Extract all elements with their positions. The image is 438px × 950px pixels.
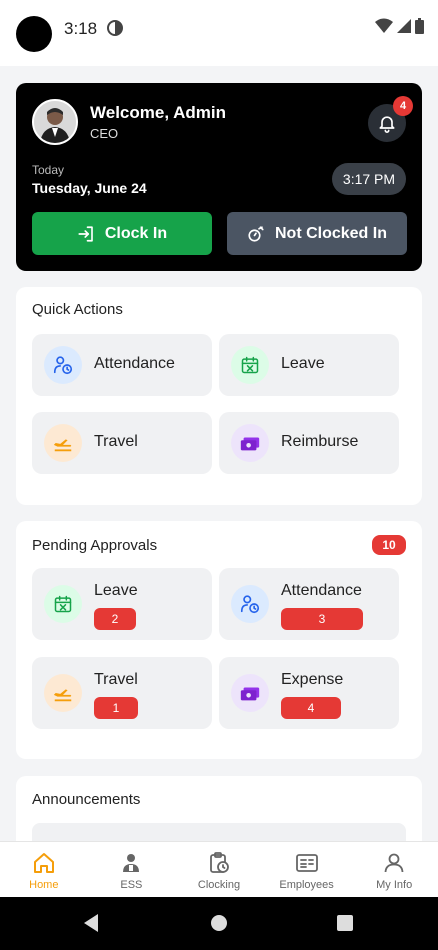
- pending-count-badge: 1: [94, 697, 138, 719]
- money-icon: [231, 424, 269, 462]
- pending-leave[interactable]: Leave 2: [32, 568, 212, 640]
- bell-icon: [379, 116, 395, 133]
- clock-status-label: Not Clocked In: [274, 224, 387, 242]
- pending-count-badge: 4: [281, 697, 341, 719]
- announcements-title: Announcements: [32, 791, 141, 808]
- nav-home[interactable]: Home: [0, 842, 88, 897]
- pending-count-badge: 2: [94, 608, 136, 630]
- person-badge-icon: [123, 854, 140, 872]
- user-icon: [384, 853, 404, 873]
- welcome-card: Welcome, Admin CEO 4 Today Tuesday, June…: [16, 83, 422, 271]
- avatar[interactable]: [32, 99, 78, 145]
- pending-approvals-card: Pending Approvals 10 Leave 2 Attendance …: [16, 521, 422, 759]
- wifi-icon: [375, 18, 393, 33]
- announcements-card: Announcements: [16, 776, 422, 841]
- clock-in-label: Clock In: [104, 224, 168, 242]
- pending-count-badge: 3: [281, 608, 363, 630]
- clock-status-button[interactable]: Not Clocked In: [227, 212, 407, 255]
- pending-total-badge: 10: [372, 535, 406, 555]
- money-icon: [231, 674, 269, 712]
- avatar-image: [34, 101, 76, 143]
- quick-action-attendance[interactable]: Attendance: [32, 334, 212, 396]
- quick-action-travel[interactable]: Travel: [32, 412, 212, 474]
- quick-action-label: Attendance: [94, 355, 175, 372]
- plane-icon: [44, 674, 82, 712]
- nav-label: Clocking: [197, 879, 241, 891]
- recents-icon[interactable]: [336, 914, 354, 932]
- notifications-button[interactable]: 4: [368, 96, 413, 142]
- cell-signal-icon: [397, 19, 411, 33]
- app-notification-icon: [107, 20, 123, 36]
- plane-icon: [44, 424, 82, 462]
- pending-travel[interactable]: Travel 1: [32, 657, 212, 729]
- quick-action-reimburse[interactable]: Reimburse: [219, 412, 399, 474]
- home-system-icon[interactable]: [210, 914, 228, 932]
- attendance-icon: [231, 585, 269, 623]
- quick-action-label: Leave: [281, 355, 325, 372]
- pending-label: Expense: [281, 671, 344, 688]
- quick-action-leave[interactable]: Leave: [219, 334, 399, 396]
- pending-expense[interactable]: Expense 4: [219, 657, 399, 729]
- clipboard-clock-icon: [210, 852, 229, 873]
- status-bar: 3:18: [0, 0, 438, 66]
- clock-in-button[interactable]: Clock In: [32, 212, 212, 255]
- quick-actions-card: Quick Actions Attendance Leave Travel Re…: [16, 287, 422, 505]
- quick-action-label: Reimburse: [281, 433, 359, 450]
- nav-my-info[interactable]: My Info: [350, 842, 438, 897]
- nav-ess[interactable]: ESS: [88, 842, 176, 897]
- calendar-x-icon: [231, 346, 269, 384]
- attendance-icon: [44, 346, 82, 384]
- back-icon[interactable]: [82, 913, 100, 933]
- nav-label: My Info: [376, 879, 413, 891]
- calendar-x-icon: [44, 585, 82, 623]
- today-date: Tuesday, June 24: [32, 180, 147, 196]
- status-time: 3:18: [64, 19, 98, 38]
- notification-count-badge: 4: [393, 96, 413, 116]
- system-nav-bar: [0, 897, 438, 950]
- user-role: CEO: [90, 126, 119, 141]
- welcome-text: Welcome, Admin: [90, 103, 227, 122]
- pending-approvals-title: Pending Approvals: [32, 537, 158, 554]
- quick-action-label: Travel: [94, 433, 138, 450]
- nav-employees[interactable]: Employees: [263, 842, 351, 897]
- pending-label: Leave: [94, 582, 138, 599]
- nav-clocking[interactable]: Clocking: [175, 842, 263, 897]
- announcement-item[interactable]: [32, 823, 406, 841]
- home-scroll-area[interactable]: Welcome, Admin CEO 4 Today Tuesday, June…: [0, 66, 438, 841]
- pending-attendance[interactable]: Attendance 3: [219, 568, 399, 640]
- home-icon: [33, 853, 54, 873]
- today-label: Today: [32, 163, 65, 177]
- quick-actions-title: Quick Actions: [32, 301, 123, 318]
- bottom-nav: Home ESS Clocking Employees My Info: [0, 841, 438, 897]
- camera-cutout: [16, 16, 52, 52]
- pending-label: Attendance: [281, 582, 362, 599]
- login-icon: [78, 225, 93, 242]
- nav-label: ESS: [120, 879, 143, 891]
- nav-label: Employees: [279, 879, 334, 891]
- nav-label: Home: [29, 879, 59, 891]
- battery-icon: [415, 18, 424, 34]
- stopwatch-icon: [248, 225, 264, 242]
- id-card-icon: [295, 854, 318, 872]
- pending-label: Travel: [94, 671, 138, 688]
- current-time-pill: 3:17 PM: [332, 163, 406, 195]
